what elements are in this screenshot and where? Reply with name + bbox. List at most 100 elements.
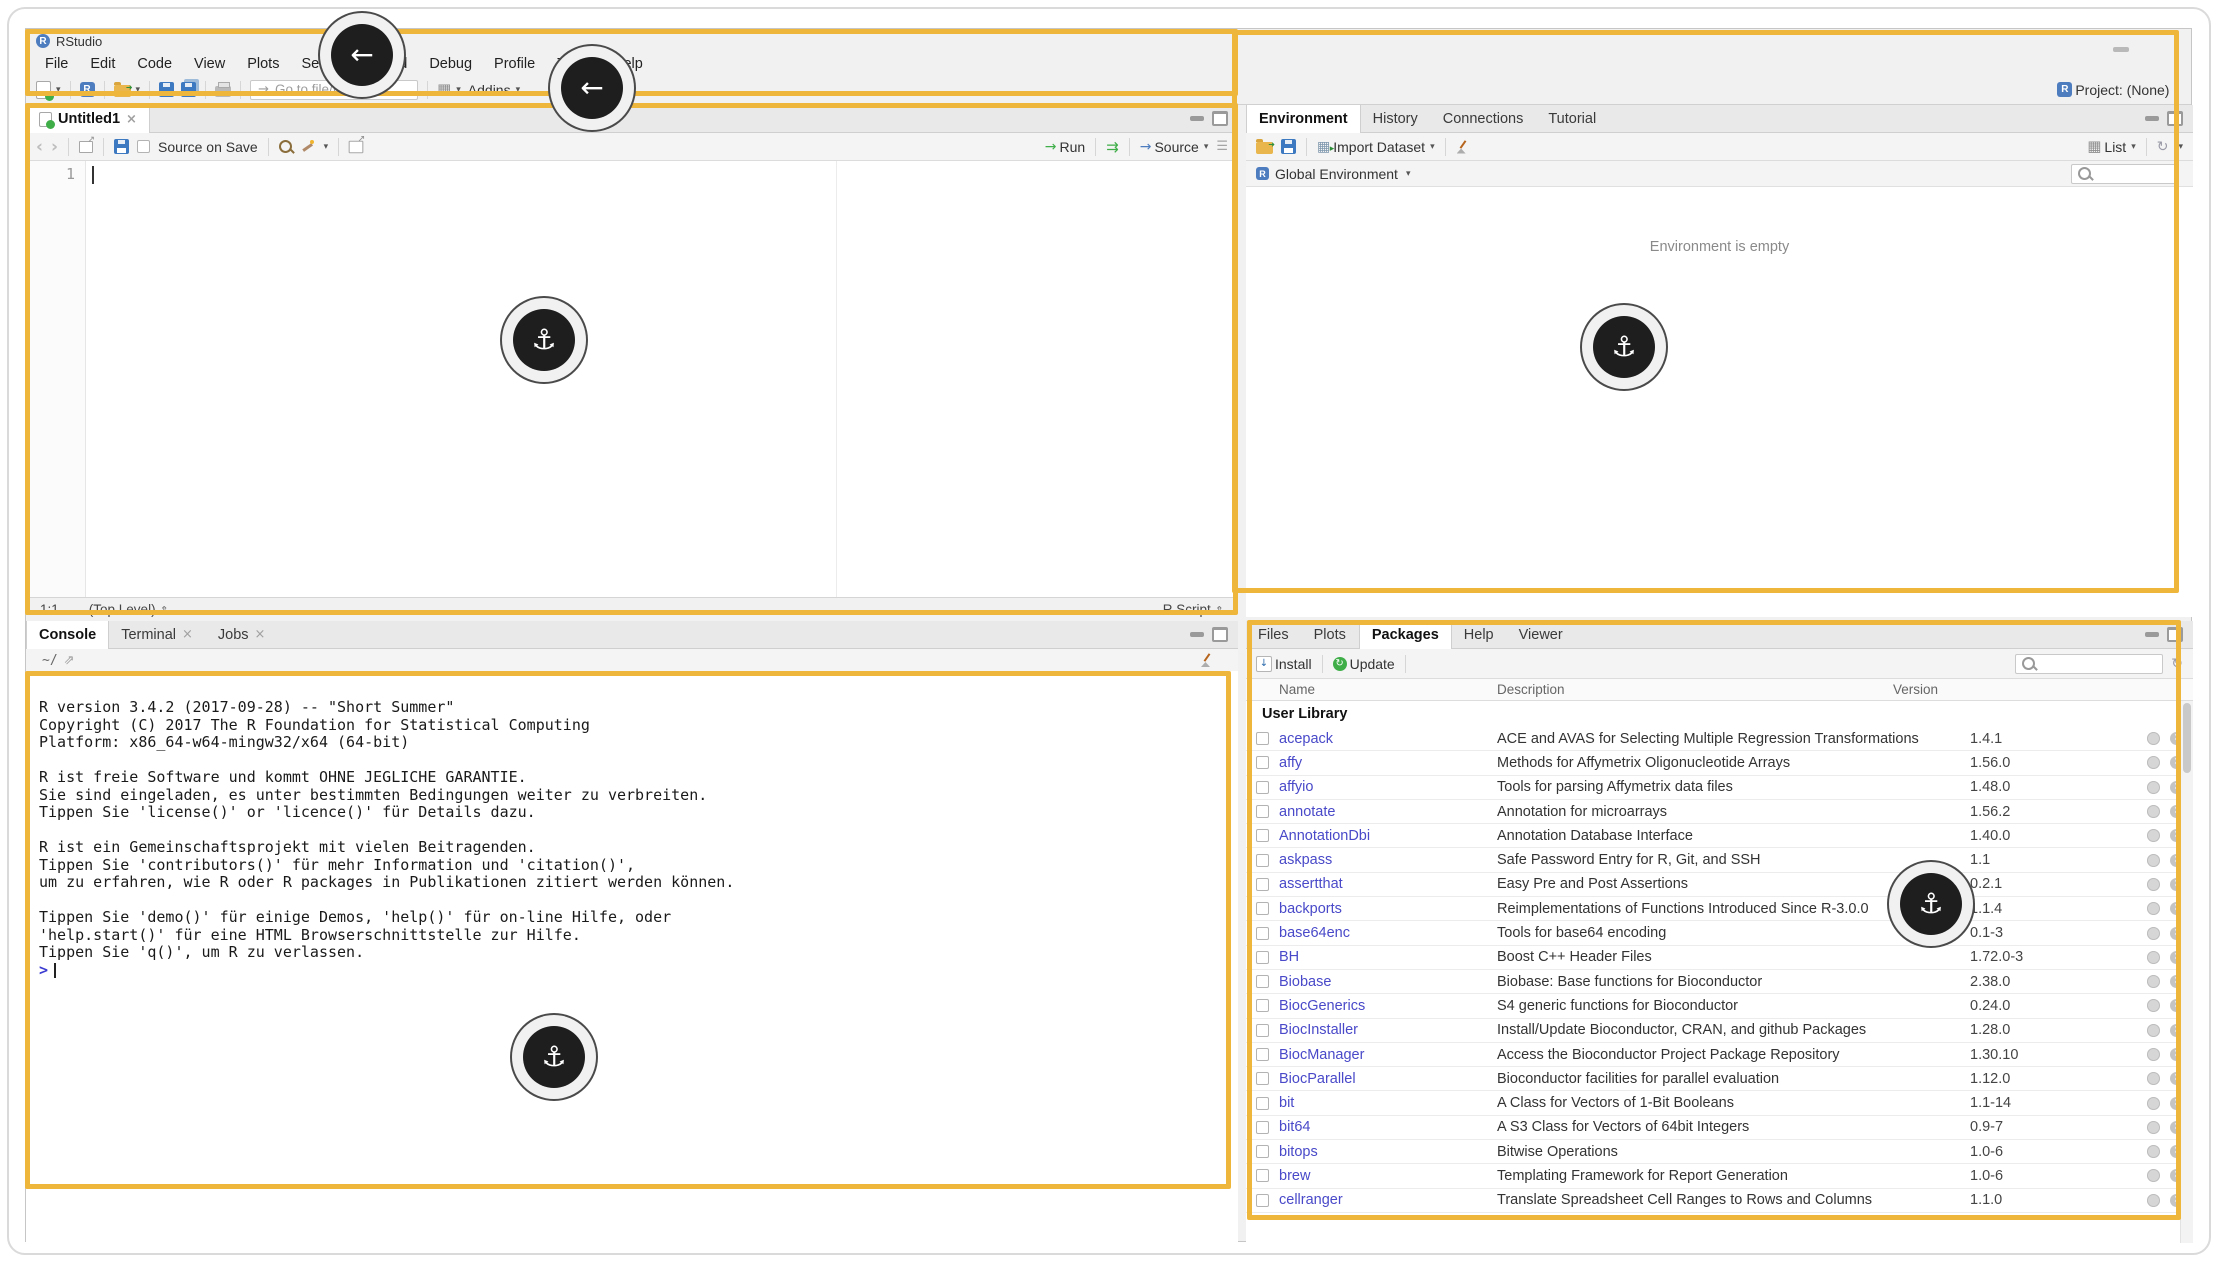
tab-history[interactable]: History [1361, 105, 1431, 132]
menu-debug[interactable]: Debug [418, 53, 483, 75]
package-checkbox[interactable] [1256, 1145, 1269, 1158]
close-icon[interactable]: × [126, 112, 137, 127]
run-button[interactable]: →Run [1045, 139, 1085, 155]
save-icon[interactable] [114, 139, 129, 154]
scope-selector[interactable]: (Top Level)⇕ [89, 602, 169, 617]
code-editor[interactable]: 1 [26, 161, 1238, 597]
package-website-icon[interactable] [2147, 1194, 2163, 1207]
load-workspace-icon[interactable] [1256, 142, 1273, 154]
package-website-icon[interactable] [2147, 1048, 2163, 1061]
filetype-selector[interactable]: R Script⇕ [1163, 602, 1224, 617]
tab-console[interactable]: Console [26, 621, 109, 649]
update-button[interactable]: ↻ Update [1333, 656, 1395, 672]
package-checkbox[interactable] [1256, 902, 1269, 915]
menu-code[interactable]: Code [126, 53, 183, 75]
refresh-icon[interactable]: ↻ [2171, 656, 2183, 672]
package-website-icon[interactable] [2147, 999, 2163, 1012]
menu-edit[interactable]: Edit [79, 53, 126, 75]
package-link[interactable]: affyio [1279, 779, 1497, 795]
menu-file[interactable]: File [34, 53, 79, 75]
column-name[interactable]: Name [1279, 682, 1497, 697]
new-file-button[interactable]: ▾ [36, 81, 61, 99]
menu-tools[interactable]: Tools [546, 53, 602, 75]
clear-console-icon[interactable] [1200, 653, 1214, 667]
tab-viewer[interactable]: Viewer [1507, 621, 1576, 648]
package-link[interactable]: backports [1279, 901, 1497, 917]
package-website-icon[interactable] [2147, 927, 2163, 940]
tab-tutorial[interactable]: Tutorial [1536, 105, 1609, 132]
package-link[interactable]: cellranger [1279, 1192, 1497, 1208]
package-link[interactable]: AnnotationDbi [1279, 828, 1497, 844]
clear-environment-icon[interactable] [1456, 140, 1470, 154]
compile-report-icon[interactable] [349, 140, 364, 153]
package-checkbox[interactable] [1256, 1194, 1269, 1207]
package-website-icon[interactable] [2147, 781, 2163, 794]
tab-environment[interactable]: Environment [1246, 105, 1361, 133]
tab-plots[interactable]: Plots [1302, 621, 1359, 648]
package-checkbox[interactable] [1256, 878, 1269, 891]
maximize-icon[interactable] [2167, 627, 2183, 642]
tab-terminal[interactable]: Terminal× [109, 621, 206, 648]
package-link[interactable]: askpass [1279, 852, 1497, 868]
maximize-icon[interactable] [1212, 627, 1228, 642]
package-website-icon[interactable] [2147, 1097, 2163, 1110]
package-checkbox[interactable] [1256, 1169, 1269, 1182]
document-outline-icon[interactable]: ☰ [1216, 139, 1228, 154]
menu-build[interactable]: Build [364, 53, 418, 75]
package-checkbox[interactable] [1256, 1072, 1269, 1085]
print-button[interactable] [215, 83, 231, 97]
maximize-icon[interactable] [1212, 111, 1228, 126]
environment-search-input[interactable] [2071, 164, 2179, 184]
package-link[interactable]: bitops [1279, 1144, 1497, 1160]
package-link[interactable]: acepack [1279, 731, 1497, 747]
package-website-icon[interactable] [2147, 1072, 2163, 1085]
package-website-icon[interactable] [2147, 951, 2163, 964]
package-link[interactable]: bit64 [1279, 1119, 1497, 1135]
package-checkbox[interactable] [1256, 1024, 1269, 1037]
project-selector[interactable]: R Project: (None) ▾ [2057, 82, 2179, 98]
search-icon[interactable] [279, 140, 292, 153]
package-checkbox[interactable] [1256, 732, 1269, 745]
back-icon[interactable]: ‹ [36, 140, 43, 154]
package-link[interactable]: bit [1279, 1095, 1497, 1111]
column-description[interactable]: Description [1497, 682, 1893, 697]
tab-help[interactable]: Help [1452, 621, 1507, 648]
open-in-new-window-icon[interactable] [79, 141, 93, 153]
package-link[interactable]: BiocGenerics [1279, 998, 1497, 1014]
package-checkbox[interactable] [1256, 854, 1269, 867]
maximize-icon[interactable] [2167, 111, 2183, 126]
package-link[interactable]: assertthat [1279, 876, 1497, 892]
minimize-icon[interactable] [1190, 116, 1204, 121]
list-view-button[interactable]: ▦ List ▾ [2087, 139, 2136, 155]
tab-untitled1[interactable]: Untitled1 × [26, 105, 150, 133]
package-website-icon[interactable] [2147, 1145, 2163, 1158]
package-website-icon[interactable] [2147, 829, 2163, 842]
package-checkbox[interactable] [1256, 781, 1269, 794]
package-checkbox[interactable] [1256, 999, 1269, 1012]
tab-connections[interactable]: Connections [1431, 105, 1537, 132]
package-checkbox[interactable] [1256, 756, 1269, 769]
close-icon[interactable]: × [255, 627, 266, 642]
package-website-icon[interactable] [2147, 756, 2163, 769]
package-link[interactable]: Biobase [1279, 974, 1497, 990]
addins-button[interactable]: Addins▾ [468, 82, 520, 98]
source-button[interactable]: →Source▾ [1140, 139, 1209, 155]
save-workspace-icon[interactable] [1281, 139, 1296, 154]
package-checkbox[interactable] [1256, 927, 1269, 940]
package-checkbox[interactable] [1256, 951, 1269, 964]
code-tools-icon[interactable] [300, 140, 314, 154]
package-checkbox[interactable] [1256, 1097, 1269, 1110]
scope-selector[interactable]: Global Environment [1275, 166, 1398, 182]
minimize-icon[interactable] [1190, 632, 1204, 637]
package-link[interactable]: BH [1279, 949, 1497, 965]
tab-jobs[interactable]: Jobs× [206, 621, 279, 648]
import-dataset-button[interactable]: ▦ Import Dataset ▾ [1317, 139, 1435, 155]
goto-file-input[interactable]: → Go to file/function [250, 80, 418, 100]
save-all-button[interactable] [181, 82, 196, 97]
menu-help[interactable]: Help [602, 53, 654, 75]
menu-session[interactable]: Session [290, 53, 364, 75]
tab-packages[interactable]: Packages [1359, 621, 1452, 649]
tab-files[interactable]: Files [1246, 621, 1302, 648]
package-website-icon[interactable] [2147, 902, 2163, 915]
package-website-icon[interactable] [2147, 1169, 2163, 1182]
